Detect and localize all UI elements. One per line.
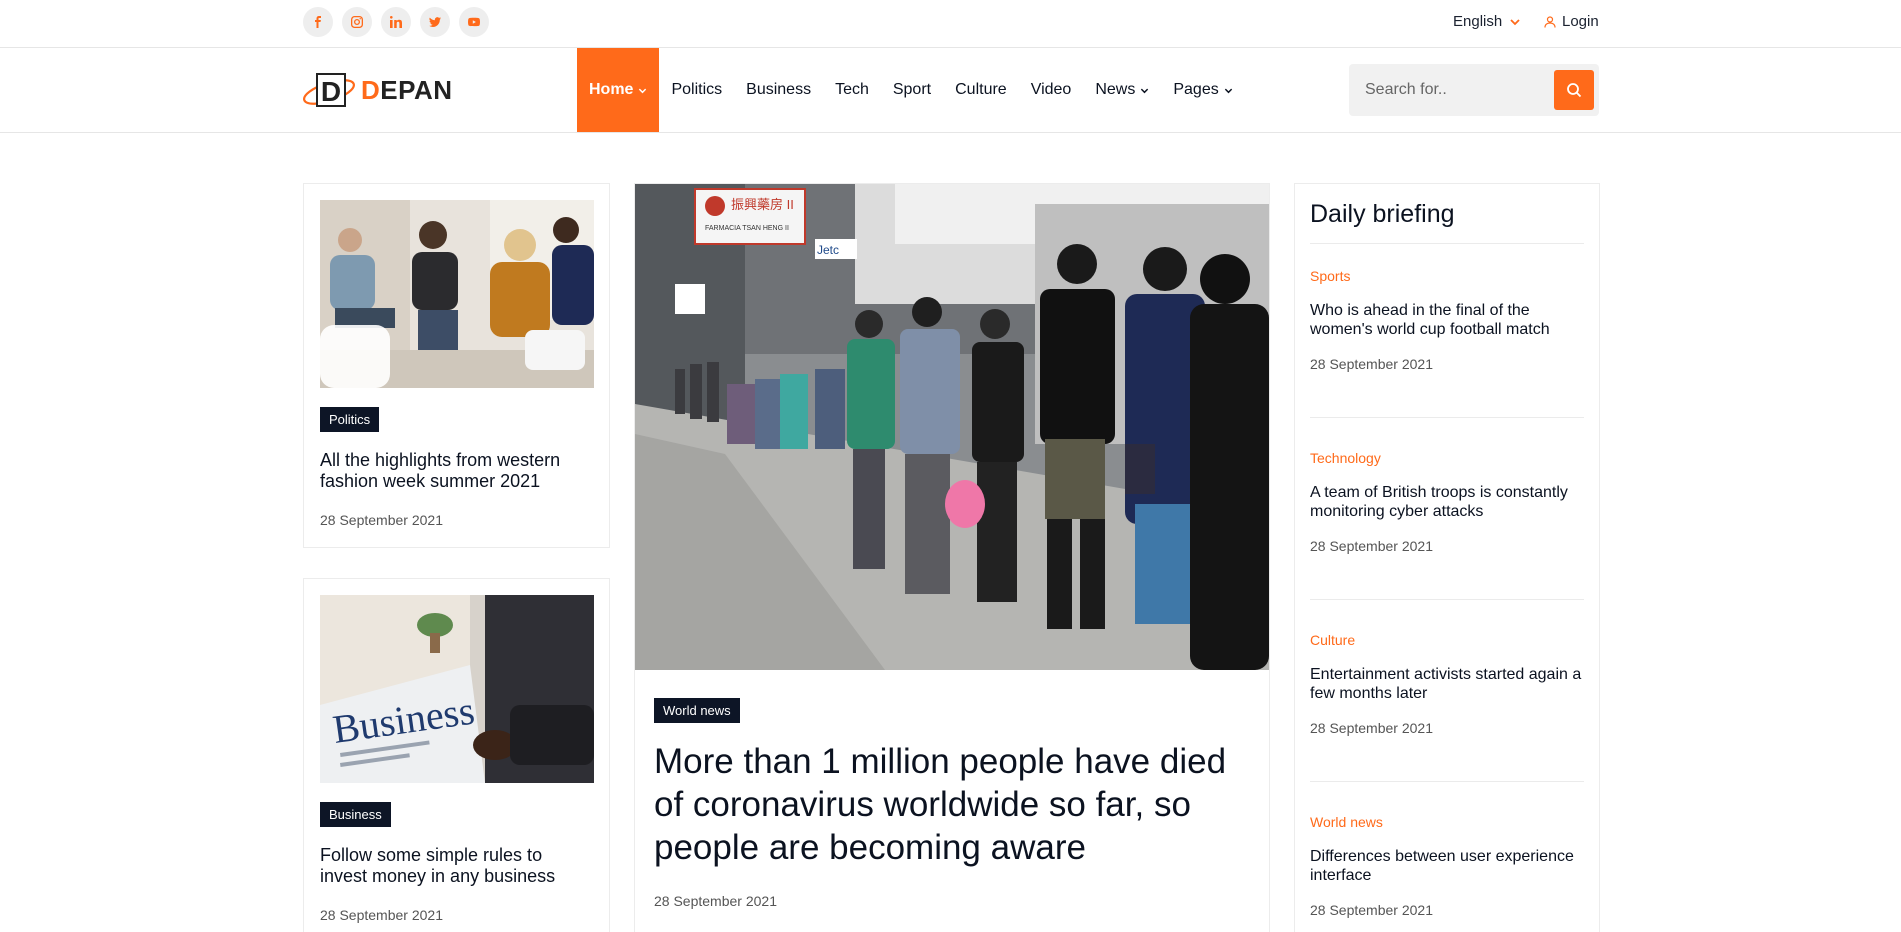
briefing-title[interactable]: A team of British troops is constantly m… [1310, 483, 1584, 521]
facebook-icon[interactable] [303, 7, 333, 37]
search-icon [1567, 83, 1582, 98]
briefing-item[interactable]: Sports Who is ahead in the final of the … [1310, 268, 1584, 372]
briefing-item[interactable]: Technology A team of British troops is c… [1310, 450, 1584, 554]
youtube-icon[interactable] [459, 7, 489, 37]
site-logo[interactable]: D DEPAN [303, 68, 453, 112]
briefing-title[interactable]: Entertainment activists started again a … [1310, 665, 1584, 703]
briefing-item[interactable]: World news Differences between user expe… [1310, 814, 1584, 918]
nav-culture-label: Culture [955, 81, 1007, 98]
article-title[interactable]: All the highlights from western fashion … [320, 450, 590, 492]
article-date: 28 September 2021 [654, 893, 777, 909]
article-title[interactable]: Follow some simple rules to invest money… [320, 845, 590, 887]
nav-culture[interactable]: Culture [943, 48, 1019, 132]
logo-mark-icon: D [303, 73, 355, 107]
divider [1310, 599, 1584, 600]
briefing-category[interactable]: Technology [1310, 450, 1584, 466]
article-date: 28 September 2021 [320, 512, 443, 528]
svg-text:Jetc: Jetc [817, 243, 839, 257]
nav-tech-label: Tech [835, 81, 869, 98]
user-icon [1544, 15, 1556, 28]
logo-wordmark-rest: EPAN [380, 74, 453, 105]
briefing-category[interactable]: Sports [1310, 268, 1584, 284]
article-thumbnail[interactable]: Business [320, 595, 594, 783]
divider [1310, 417, 1584, 418]
nav-home[interactable]: Home [577, 48, 660, 132]
article-card[interactable]: Politics All the highlights from western… [303, 183, 610, 548]
nav-video-label: Video [1030, 81, 1072, 98]
nav-sport[interactable]: Sport [881, 48, 943, 132]
briefing-category[interactable]: Culture [1310, 632, 1584, 648]
chevron-down-icon [639, 88, 647, 93]
briefing-item[interactable]: Culture Entertainment activists started … [1310, 632, 1584, 736]
search-input[interactable] [1365, 64, 1545, 116]
chevron-down-icon [1510, 18, 1520, 25]
article-card[interactable]: Business Business Follow some simple rul… [303, 578, 610, 932]
nav-sport-label: Sport [892, 81, 932, 98]
twitter-icon[interactable] [420, 7, 450, 37]
nav-video[interactable]: Video [1019, 48, 1084, 132]
article-date: 28 September 2021 [320, 907, 443, 923]
logo-d: D [321, 76, 341, 107]
main-nav: Home Politics Business Tech Sport Cultur… [577, 48, 1245, 132]
search-button[interactable] [1554, 70, 1594, 110]
instagram-icon[interactable] [342, 7, 372, 37]
nav-business-label: Business [746, 81, 812, 98]
nav-news-label: News [1095, 81, 1136, 98]
linkedin-icon[interactable] [381, 7, 411, 37]
category-tag[interactable]: World news [654, 698, 740, 723]
chevron-down-icon [1141, 88, 1149, 93]
social-links [303, 7, 489, 37]
briefing-title[interactable]: Who is ahead in the final of the women's… [1310, 301, 1584, 339]
logo-wordmark: DEPAN [361, 74, 453, 105]
nav-politics[interactable]: Politics [659, 48, 734, 132]
nav-pages[interactable]: Pages [1161, 48, 1244, 132]
nav-tech[interactable]: Tech [823, 48, 881, 132]
daily-briefing-panel: Daily briefing Sports Who is ahead in th… [1294, 183, 1600, 932]
divider [1310, 781, 1584, 782]
nav-home-label: Home [589, 81, 634, 98]
divider [1310, 243, 1584, 244]
category-tag[interactable]: Politics [320, 407, 380, 432]
main-header: D DEPAN Home Politics Business Tech Spor… [0, 48, 1901, 133]
shop-sign: 振興藥房 II [731, 197, 794, 212]
top-bar: English Login [0, 0, 1901, 48]
language-label: English [1453, 13, 1503, 30]
briefing-heading: Daily briefing [1310, 200, 1455, 228]
nav-business[interactable]: Business [734, 48, 823, 132]
language-selector[interactable]: English [1453, 13, 1520, 30]
briefing-date: 28 September 2021 [1310, 356, 1433, 372]
briefing-date: 28 September 2021 [1310, 720, 1433, 736]
login-label: Login [1562, 13, 1599, 30]
nav-politics-label: Politics [671, 81, 723, 98]
featured-article-card[interactable]: 振興藥房 II FARMACIA TSAN HENG II Jetc World… [634, 183, 1270, 932]
briefing-date: 28 September 2021 [1310, 538, 1433, 554]
briefing-date: 28 September 2021 [1310, 902, 1433, 918]
nav-news[interactable]: News [1083, 48, 1161, 132]
category-tag[interactable]: Business [320, 802, 391, 827]
nav-pages-label: Pages [1173, 81, 1219, 98]
briefing-title[interactable]: Differences between user experience inte… [1310, 847, 1584, 885]
featured-title[interactable]: More than 1 million people have died of … [654, 740, 1254, 869]
article-thumbnail[interactable] [320, 200, 594, 388]
shop-sign-sub: FARMACIA TSAN HENG II [705, 225, 789, 232]
briefing-category[interactable]: World news [1310, 814, 1584, 830]
search-box [1349, 64, 1599, 116]
featured-image[interactable]: 振興藥房 II FARMACIA TSAN HENG II Jetc [635, 184, 1269, 670]
chevron-down-icon [1224, 88, 1232, 93]
login-link[interactable]: Login [1544, 13, 1599, 30]
